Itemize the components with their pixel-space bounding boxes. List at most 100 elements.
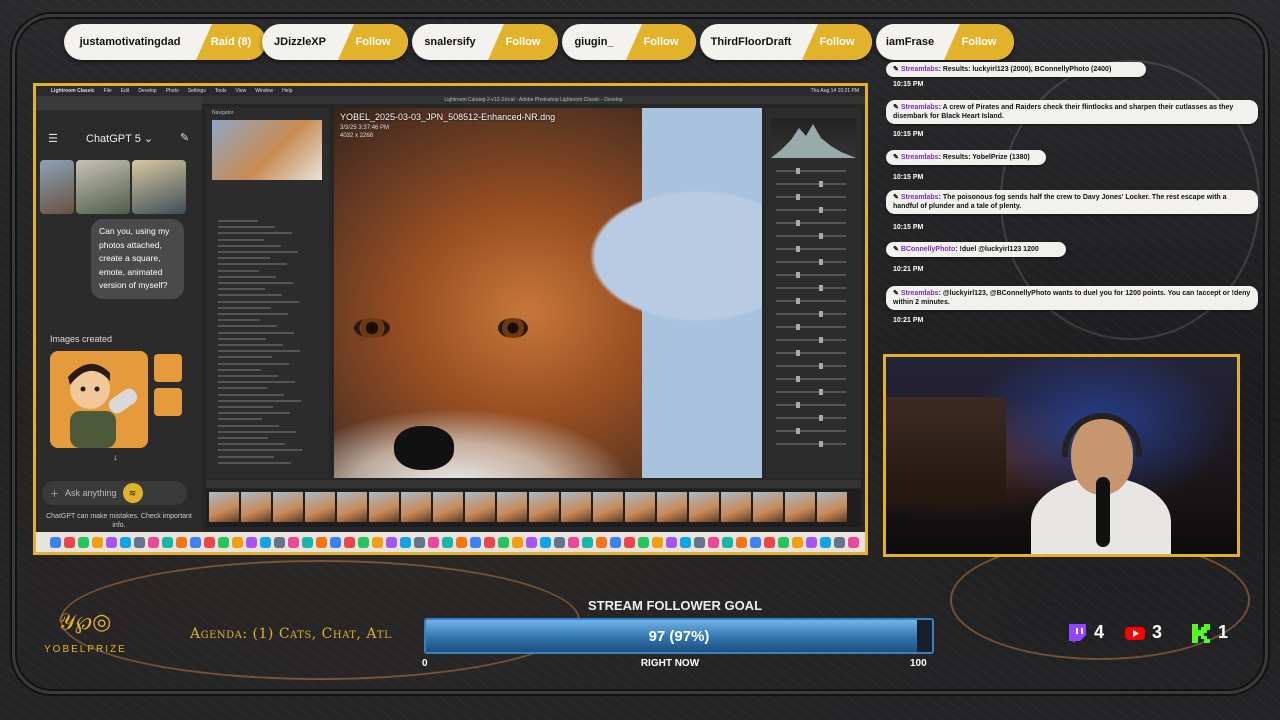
dock-app-icon[interactable] bbox=[708, 536, 719, 548]
dock-app-icon[interactable] bbox=[246, 536, 257, 548]
history-step[interactable] bbox=[218, 455, 274, 458]
menu-photo[interactable]: Photo bbox=[166, 88, 179, 94]
history-step[interactable] bbox=[218, 325, 277, 328]
adjustment-slider[interactable] bbox=[776, 246, 846, 252]
history-step[interactable] bbox=[218, 282, 293, 284]
history-step[interactable] bbox=[218, 443, 285, 446]
slider-handle[interactable] bbox=[819, 181, 823, 187]
history-step[interactable] bbox=[218, 313, 288, 315]
history-step[interactable] bbox=[218, 319, 260, 322]
dock-app-icon[interactable] bbox=[414, 536, 425, 548]
filmstrip-thumbnail[interactable] bbox=[785, 492, 815, 522]
filmstrip-thumbnail[interactable] bbox=[305, 492, 335, 522]
dock-app-icon[interactable] bbox=[624, 536, 635, 548]
adjustment-slider[interactable] bbox=[776, 259, 846, 265]
dock-app-icon[interactable] bbox=[456, 536, 467, 548]
slider-handle[interactable] bbox=[796, 246, 800, 252]
adjustment-slider[interactable] bbox=[776, 350, 846, 356]
slider-handle[interactable] bbox=[796, 428, 800, 434]
scroll-down-icon[interactable]: ↓ bbox=[113, 452, 118, 462]
dock-app-icon[interactable] bbox=[372, 536, 383, 548]
history-step[interactable] bbox=[218, 275, 276, 278]
menu-develop[interactable]: Develop bbox=[138, 88, 156, 94]
adjustment-slider[interactable] bbox=[776, 441, 846, 447]
generated-thumbnail[interactable] bbox=[154, 388, 182, 416]
chat-username[interactable]: BConnellyPhoto bbox=[901, 246, 955, 253]
menubar-app-name[interactable]: Lightroom Classic bbox=[51, 88, 95, 94]
new-chat-icon[interactable]: ✎ bbox=[180, 131, 189, 144]
history-step[interactable] bbox=[218, 406, 273, 408]
history-step[interactable] bbox=[218, 430, 296, 433]
dock-app-icon[interactable] bbox=[358, 536, 369, 548]
filmstrip-thumbnail[interactable] bbox=[817, 492, 847, 522]
dock-app-icon[interactable] bbox=[288, 536, 299, 548]
history-step[interactable] bbox=[218, 251, 298, 253]
slider-handle[interactable] bbox=[819, 389, 823, 395]
filmstrip-thumbnail[interactable] bbox=[433, 492, 463, 522]
filmstrip-thumbnail[interactable] bbox=[561, 492, 591, 522]
dock-app-icon[interactable] bbox=[78, 536, 89, 548]
slider-handle[interactable] bbox=[819, 311, 823, 317]
voice-mode-icon[interactable]: ≋ bbox=[122, 483, 143, 503]
history-step[interactable] bbox=[218, 344, 283, 346]
adjustment-slider[interactable] bbox=[776, 415, 846, 421]
menu-view[interactable]: View bbox=[236, 88, 247, 94]
dock-app-icon[interactable] bbox=[848, 536, 859, 548]
adjustment-slider[interactable] bbox=[776, 194, 846, 200]
filmstrip-thumbnail[interactable] bbox=[465, 492, 495, 522]
filmstrip-thumbnail[interactable] bbox=[593, 492, 623, 522]
dock-app-icon[interactable] bbox=[694, 536, 705, 548]
dock-app-icon[interactable] bbox=[106, 536, 117, 548]
history-step[interactable] bbox=[218, 331, 294, 334]
dock-app-icon[interactable] bbox=[64, 536, 75, 548]
history-step[interactable] bbox=[218, 306, 271, 309]
adjustment-slider[interactable] bbox=[776, 376, 846, 382]
history-step[interactable] bbox=[218, 263, 287, 266]
history-step[interactable] bbox=[218, 337, 266, 340]
history-step[interactable] bbox=[218, 269, 259, 272]
history-step[interactable] bbox=[218, 399, 301, 402]
dock-app-icon[interactable] bbox=[736, 536, 747, 548]
dock-app-icon[interactable] bbox=[134, 536, 145, 548]
adjustment-slider[interactable] bbox=[776, 402, 846, 408]
dock-app-icon[interactable] bbox=[92, 536, 103, 548]
history-step[interactable] bbox=[218, 356, 272, 359]
history-step[interactable] bbox=[218, 449, 302, 452]
model-selector[interactable]: ChatGPT 5 ⌄ bbox=[86, 132, 153, 145]
slider-handle[interactable] bbox=[796, 350, 800, 356]
dock-app-icon[interactable] bbox=[316, 536, 327, 548]
menu-tools[interactable]: Tools bbox=[215, 88, 227, 94]
dock-app-icon[interactable] bbox=[148, 536, 159, 548]
chat-username[interactable]: Streamlabs bbox=[901, 290, 939, 297]
sidebar-toggle-icon[interactable]: ☰ bbox=[48, 132, 58, 145]
history-step[interactable] bbox=[218, 300, 299, 303]
filmstrip-thumbnail[interactable] bbox=[625, 492, 655, 522]
menu-help[interactable]: Help bbox=[282, 88, 292, 94]
filmstrip-thumbnail[interactable] bbox=[721, 492, 751, 522]
chat-input[interactable]: ＋ Ask anything 🎙 ≋ bbox=[42, 481, 187, 505]
adjustment-slider[interactable] bbox=[776, 285, 846, 291]
history-step[interactable] bbox=[218, 424, 279, 427]
adjustment-slider[interactable] bbox=[776, 207, 846, 213]
adjustment-slider[interactable] bbox=[776, 272, 846, 278]
adjustment-slider[interactable] bbox=[776, 311, 846, 317]
dock-app-icon[interactable] bbox=[820, 536, 831, 548]
dock-app-icon[interactable] bbox=[764, 536, 775, 548]
slider-handle[interactable] bbox=[796, 168, 800, 174]
filmstrip-thumbnail[interactable] bbox=[241, 492, 271, 522]
filmstrip-thumbnail[interactable] bbox=[337, 492, 367, 522]
filmstrip-thumbnail[interactable] bbox=[369, 492, 399, 522]
dock-app-icon[interactable] bbox=[232, 536, 243, 548]
filmstrip-thumbnail[interactable] bbox=[689, 492, 719, 522]
slider-handle[interactable] bbox=[819, 233, 823, 239]
slider-handle[interactable] bbox=[796, 220, 800, 226]
history-step[interactable] bbox=[218, 381, 295, 384]
history-step[interactable] bbox=[218, 418, 262, 421]
dock-app-icon[interactable] bbox=[330, 536, 341, 548]
slider-handle[interactable] bbox=[819, 259, 823, 265]
chat-username[interactable]: Streamlabs bbox=[901, 154, 939, 161]
history-step[interactable] bbox=[218, 362, 289, 365]
dock-app-icon[interactable] bbox=[400, 536, 411, 548]
slider-handle[interactable] bbox=[819, 415, 823, 421]
dock-app-icon[interactable] bbox=[190, 536, 201, 548]
